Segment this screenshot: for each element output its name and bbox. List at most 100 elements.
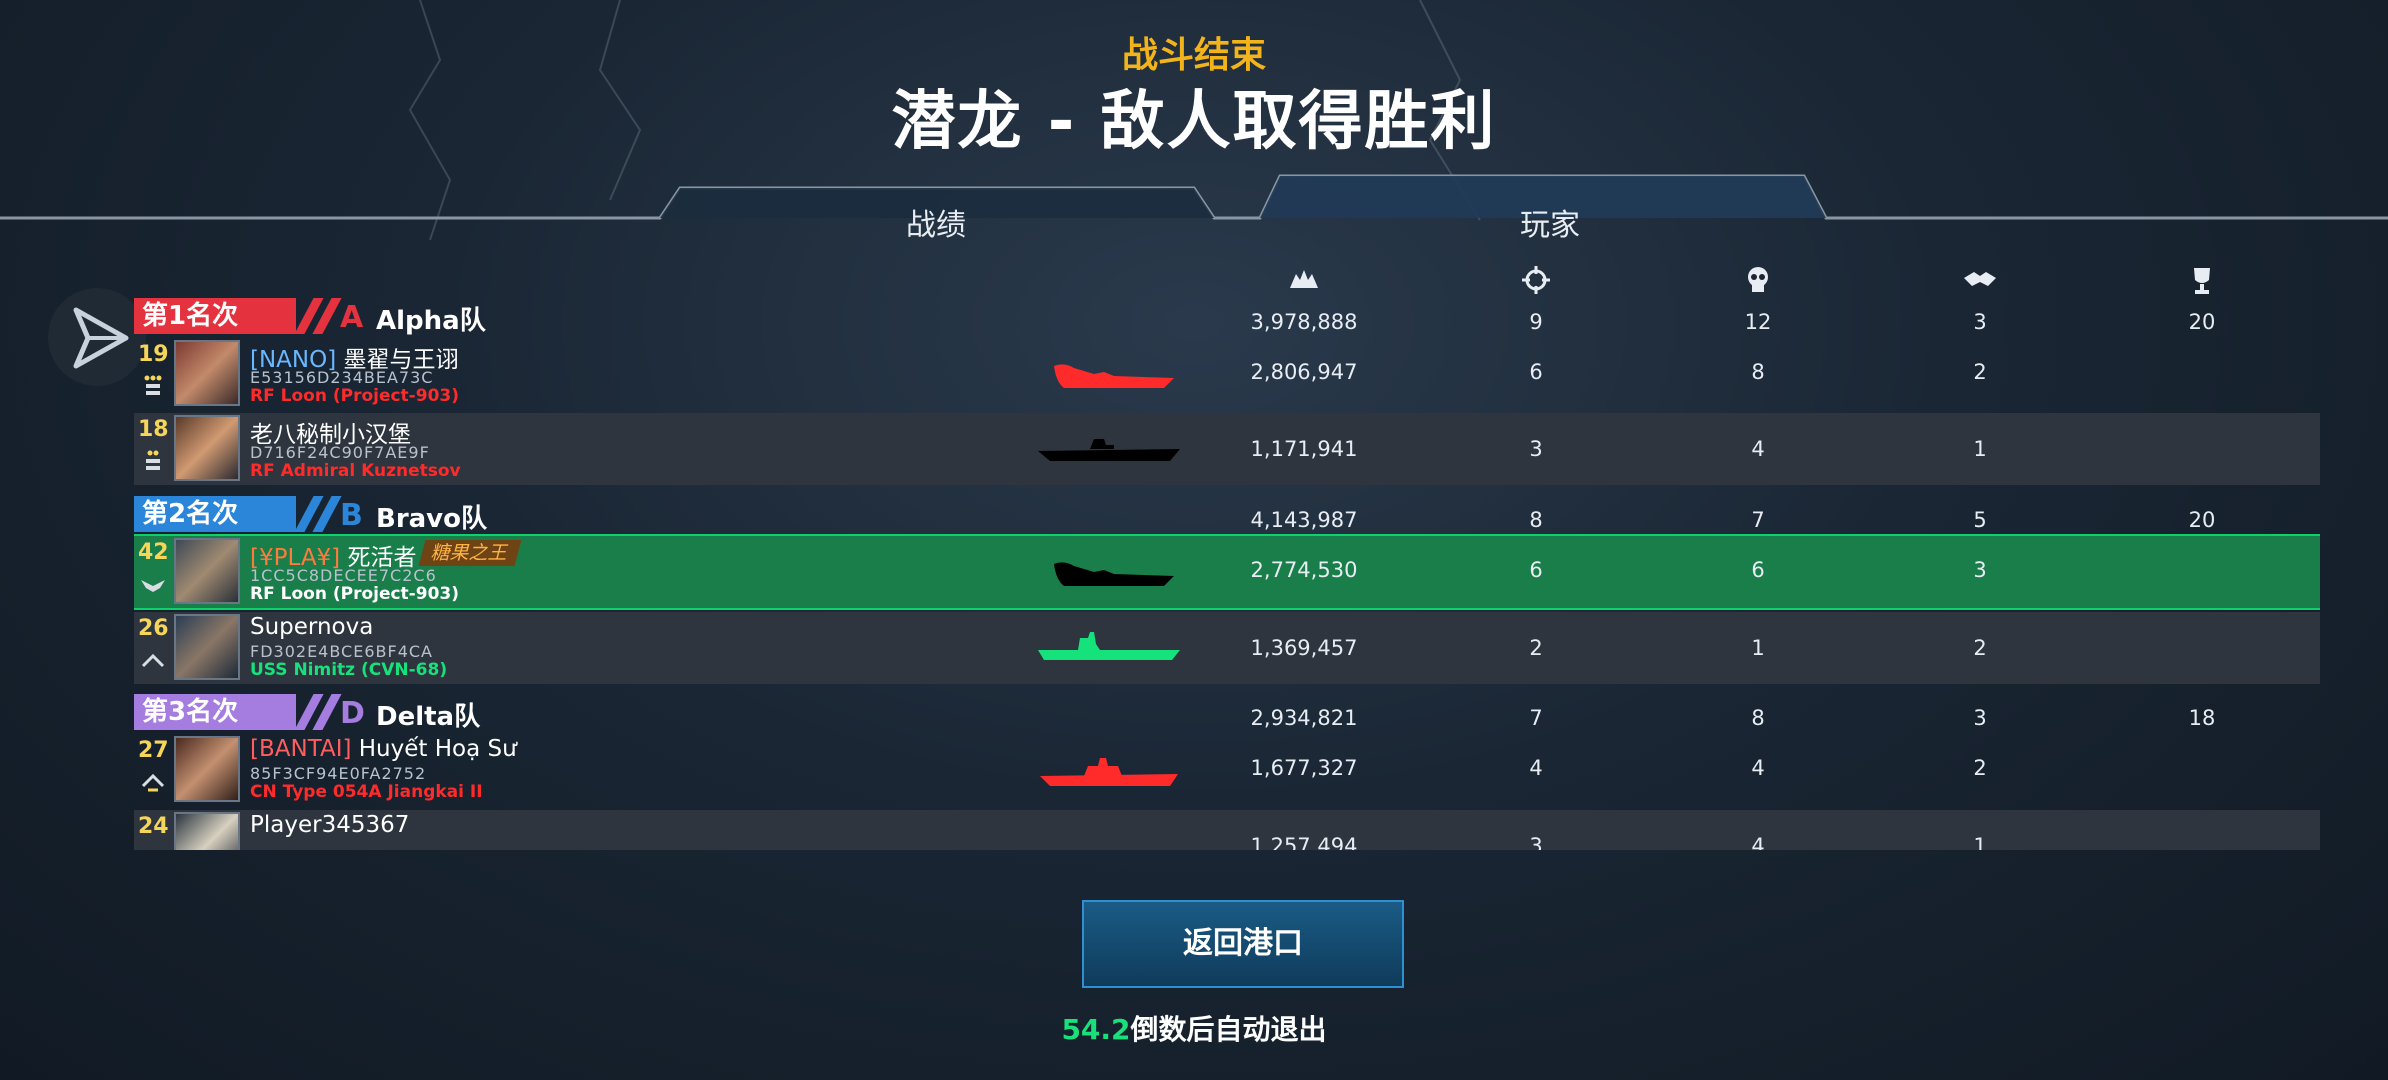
- handshake-icon: [1964, 272, 1996, 286]
- ship-silhouette-icon: [1054, 364, 1174, 388]
- rank-tag: 第1名次: [134, 298, 296, 334]
- avatar: [174, 415, 240, 481]
- player-id: 1CC5C8DECEE7C2C6: [250, 566, 437, 585]
- rank-tag: 第3名次: [134, 694, 296, 730]
- player-damage: 1,171,941: [1250, 437, 1358, 461]
- avatar: [174, 812, 240, 850]
- avatar: [174, 736, 240, 802]
- player-level: 19: [138, 342, 169, 367]
- player-name: Supernova: [250, 614, 373, 640]
- ship-damage-icon: [1290, 270, 1318, 288]
- team-assists: 5: [1973, 508, 1987, 532]
- team-delta-header: 第3名次 D Delta队 2,934,821 7 8 3 18: [134, 694, 2320, 734]
- trophy-icon: [2194, 268, 2210, 294]
- player-assists: 1: [1973, 437, 1987, 461]
- title-badge: 糖果之王: [418, 540, 522, 566]
- avatar: [174, 340, 240, 406]
- eagle-insignia-icon: [141, 580, 165, 592]
- team-letter: D: [340, 696, 365, 731]
- avatar: [174, 538, 240, 604]
- skull-icon: [1748, 267, 1768, 292]
- player-name-text: Player345367: [250, 812, 410, 838]
- team-kills: 9: [1529, 310, 1543, 334]
- team-score: 20: [2188, 508, 2216, 532]
- auto-exit-countdown: 54.2倒数后自动退出: [0, 1008, 2388, 1048]
- player-deaths: 4: [1751, 756, 1765, 780]
- tab-stats[interactable]: 战绩: [786, 200, 1086, 244]
- ship-silhouette-icon: [1038, 632, 1180, 660]
- team-score: 18: [2188, 706, 2216, 730]
- player-row[interactable]: 24 Player345367 1,257,494 3 4 1: [134, 810, 2320, 850]
- ship-name: RF Loon (Project-903): [250, 386, 459, 406]
- player-row-self[interactable]: 42 [¥PLA¥] 死活者 糖果之王 1CC5C8DECEE7C2C6 RF …: [134, 534, 2320, 610]
- ship-silhouette-icon: [1038, 439, 1180, 461]
- tab-bar: 战绩 玩家: [0, 170, 2388, 243]
- player-row[interactable]: 18 老八秘制小汉堡 D716F24C90F7AE9F RF Admiral K…: [134, 413, 2320, 485]
- team-score: 20: [2188, 310, 2216, 334]
- player-deaths: 8: [1751, 360, 1765, 384]
- player-kills: 2: [1529, 636, 1543, 660]
- player-damage: 1,677,327: [1250, 756, 1358, 780]
- ship-name: USS Nimitz (CVN-68): [250, 660, 448, 680]
- player-name: [BANTAI] Huyết Hoạ Sư: [250, 736, 517, 762]
- scoreboard: 第1名次 A Alpha队 3,978,888 9 12 3 20 19 [NA…: [134, 250, 2320, 850]
- battle-result-title: 潜龙 - 敌人取得胜利: [891, 85, 1497, 159]
- player-level: 27: [138, 738, 169, 763]
- tab-players[interactable]: 玩家: [1400, 200, 1700, 244]
- player-kills: 6: [1529, 558, 1543, 582]
- share-button[interactable]: [48, 288, 146, 386]
- ship-name: RF Admiral Kuznetsov: [250, 461, 461, 481]
- countdown-text: 倒数后自动退出: [1130, 1013, 1327, 1046]
- team-kills: 8: [1529, 508, 1543, 532]
- player-id: E53156D234BEA73C: [250, 368, 434, 387]
- player-assists: 2: [1973, 636, 1987, 660]
- team-damage: 4,143,987: [1250, 508, 1358, 532]
- player-kills: 3: [1529, 834, 1543, 850]
- chevron-insignia-icon: [141, 653, 165, 668]
- team-bravo-header: 第2名次 B Bravo队 4,143,987 8 7 5 20: [134, 496, 2320, 536]
- rank-tag: 第2名次: [134, 496, 296, 532]
- player-assists: 2: [1973, 756, 1987, 780]
- player-name: Player345367: [250, 812, 409, 838]
- ship-silhouette-icon: [1054, 562, 1174, 586]
- team-assists: 3: [1973, 310, 1987, 334]
- player-assists: 1: [1973, 834, 1987, 850]
- team-name: Bravo队: [376, 504, 487, 534]
- player-damage: 1,369,457: [1250, 636, 1358, 660]
- player-id: 85F3CF94E0FA2752: [250, 764, 427, 783]
- player-assists: 3: [1973, 558, 1987, 582]
- player-level: 24: [138, 814, 169, 839]
- chevron-insignia-icon: [141, 773, 165, 792]
- player-name-text: Huyết Hoạ Sư: [358, 736, 517, 762]
- team-deaths: 7: [1751, 508, 1765, 532]
- player-damage: 2,806,947: [1250, 360, 1358, 384]
- player-kills: 6: [1529, 360, 1543, 384]
- player-row[interactable]: 26 Supernova FD302E4BCE6BF4CA USS Nimitz…: [134, 612, 2320, 684]
- team-damage: 3,978,888: [1250, 310, 1358, 334]
- player-kills: 4: [1529, 756, 1543, 780]
- player-id: FD302E4BCE6BF4CA: [250, 642, 433, 661]
- ship-silhouette-icon: [1040, 758, 1178, 786]
- player-id: D716F24C90F7AE9F: [250, 443, 430, 462]
- player-level: 18: [138, 417, 169, 442]
- player-deaths: 1: [1751, 636, 1765, 660]
- player-deaths: 6: [1751, 558, 1765, 582]
- avatar: [174, 614, 240, 680]
- player-deaths: 4: [1751, 834, 1765, 850]
- player-damage: 1,257,494: [1250, 834, 1358, 850]
- team-alpha-header: 第1名次 A Alpha队 3,978,888 9 12 3 20: [134, 298, 2320, 338]
- player-row[interactable]: 19 [NANO] 墨翟与王诩 E53156D234BEA73C RF Loon…: [134, 338, 2320, 410]
- team-kills: 7: [1529, 706, 1543, 730]
- team-letter: B: [340, 498, 363, 533]
- player-damage: 2,774,530: [1250, 558, 1358, 582]
- rank-insignia-icon: [146, 450, 160, 470]
- team-name: Alpha队: [376, 306, 486, 336]
- countdown-value: 54.2: [1061, 1013, 1131, 1046]
- ship-name: CN Type 054A Jiangkai II: [250, 782, 483, 802]
- player-row[interactable]: 27 [BANTAI] Huyết Hoạ Sư 85F3CF94E0FA275…: [134, 734, 2320, 806]
- player-name-text: Supernova: [250, 614, 374, 640]
- return-to-port-button[interactable]: 返回港口: [1082, 900, 1404, 988]
- tab-players-label: 玩家: [1520, 208, 1580, 243]
- team-name: Delta队: [376, 702, 481, 732]
- crosshair-icon: [1522, 266, 1550, 294]
